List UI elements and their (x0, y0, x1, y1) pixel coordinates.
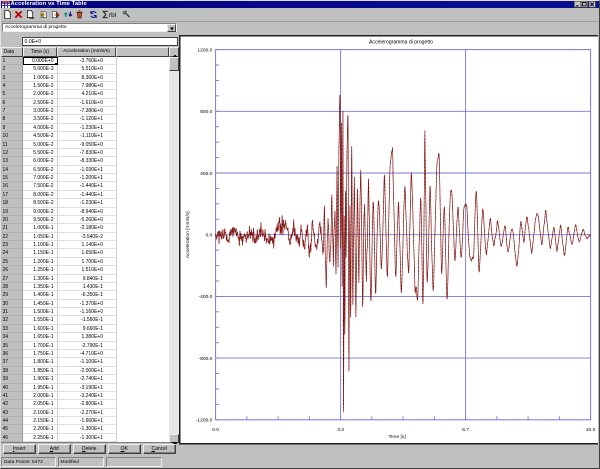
svg-text:0.0: 0.0 (206, 233, 213, 239)
svg-text:Acceleration [mm/s/s]: Acceleration [mm/s/s] (185, 211, 191, 258)
svg-text:3.3: 3.3 (337, 427, 344, 433)
svg-text:400.0: 400.0 (200, 171, 213, 177)
svg-text:-800.0: -800.0 (199, 356, 213, 362)
svg-text:-400.0: -400.0 (199, 294, 213, 300)
svg-text:Accelerogramma di progetto: Accelerogramma di progetto (369, 40, 433, 46)
svg-text:rbl: rbl (109, 12, 116, 19)
svg-text:-1200.0: -1200.0 (196, 418, 213, 424)
svg-text:10.0: 10.0 (586, 427, 596, 433)
svg-text:0.0: 0.0 (212, 427, 219, 433)
svg-text:1200.0: 1200.0 (197, 47, 212, 53)
svg-text:6.7: 6.7 (462, 427, 469, 433)
svg-text:800.0: 800.0 (200, 109, 213, 115)
svg-text:Time [s]: Time [s] (388, 434, 406, 440)
